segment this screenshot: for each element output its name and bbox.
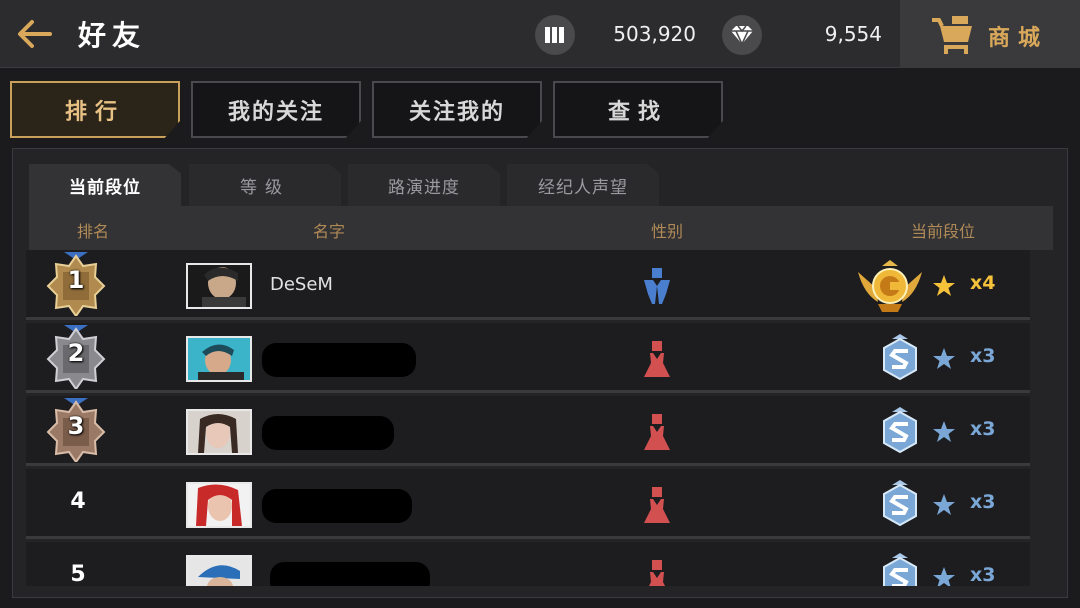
column-current-tier: 当前段位 — [910, 222, 975, 241]
silver-tier-badge-icon — [883, 553, 917, 586]
avatar[interactable] — [186, 263, 252, 309]
subtab-level[interactable]: 等级 — [189, 164, 341, 206]
diamond-icon — [722, 15, 762, 55]
blue-star-icon — [933, 567, 955, 586]
female-icon — [644, 341, 670, 377]
column-name: 名字 — [312, 222, 345, 241]
rank-number: 3 — [67, 412, 85, 440]
blue-star-icon — [933, 421, 955, 442]
subtab-roadshow-progress[interactable]: 路演进度 — [348, 164, 500, 206]
star-count: x3 — [970, 418, 996, 440]
avatar[interactable] — [186, 409, 252, 455]
rank-number: 2 — [67, 339, 85, 367]
redacted-name — [262, 489, 412, 523]
subtab-current-tier[interactable]: 当前段位 — [29, 164, 181, 206]
table-row[interactable]: 1 DeSeM x4 — [26, 250, 1030, 320]
silver-tier-badge-icon — [883, 334, 917, 381]
coin-balance: 503,920 — [613, 22, 696, 46]
table-row[interactable]: 4 x3 — [26, 469, 1030, 539]
female-icon — [649, 560, 665, 586]
table-header: 排名 名字 性别 当前段位 — [29, 206, 1053, 250]
tab-my-followers[interactable]: 关注我的 — [372, 81, 542, 138]
tab-search[interactable]: 查找 — [553, 81, 723, 138]
back-button[interactable] — [14, 16, 54, 52]
star-count: x4 — [970, 272, 996, 294]
silver-tier-badge-icon — [883, 407, 917, 454]
star-count: x3 — [970, 345, 996, 367]
table-row[interactable]: 3 x3 — [26, 396, 1030, 466]
shop-button[interactable]: 商城 — [900, 0, 1080, 68]
gold-star-icon — [933, 275, 955, 296]
table-row[interactable]: 2 x3 — [26, 323, 1030, 393]
silver-tier-badge-icon — [883, 480, 917, 527]
blue-star-icon — [933, 494, 955, 515]
male-icon — [644, 268, 670, 304]
female-icon — [644, 414, 670, 450]
player-name: DeSeM — [270, 274, 333, 295]
redacted-name — [270, 562, 430, 586]
subtab-agent-reputation[interactable]: 经纪人声望 — [507, 164, 659, 206]
rank-number: 1 — [67, 266, 85, 294]
female-icon — [644, 487, 670, 523]
arrow-left-icon — [18, 20, 52, 48]
rank-number: 4 — [70, 489, 86, 514]
column-gender: 性别 — [650, 222, 683, 241]
redacted-name — [262, 343, 416, 377]
tab-my-following[interactable]: 我的关注 — [191, 81, 361, 138]
column-rank: 排名 — [76, 222, 109, 241]
avatar[interactable] — [186, 336, 252, 382]
avatar[interactable] — [186, 555, 252, 586]
tab-ranking[interactable]: 排行 — [10, 81, 180, 138]
avatar[interactable] — [186, 482, 252, 528]
table-row[interactable]: 5 x3 — [26, 542, 1030, 586]
redacted-name — [262, 416, 394, 450]
star-count: x3 — [970, 491, 996, 513]
top-bar: 好友 503,920 9,554 商城 — [0, 0, 1080, 68]
page-title: 好友 — [78, 19, 147, 52]
rank-number: 5 — [70, 562, 86, 586]
coin-bars-icon — [535, 15, 575, 55]
cart-icon — [932, 16, 972, 54]
gold-tier-badge-icon — [858, 260, 922, 312]
star-count: x3 — [970, 564, 996, 586]
blue-star-icon — [933, 348, 955, 369]
diamond-balance: 9,554 — [824, 22, 882, 46]
shop-label: 商城 — [988, 26, 1049, 51]
